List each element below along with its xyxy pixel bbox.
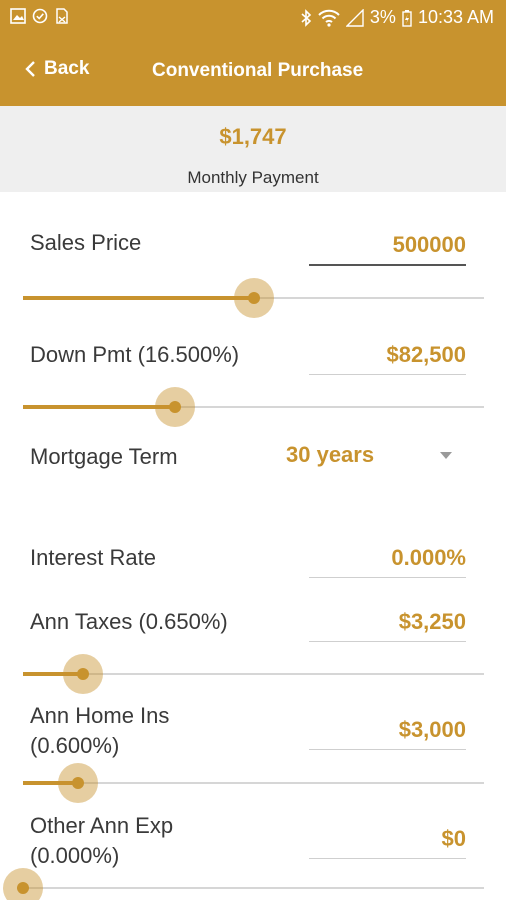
gallery-icon	[10, 8, 26, 24]
slider-thumb[interactable]	[17, 882, 29, 894]
sales-price-label: Sales Price	[30, 230, 142, 255]
document-icon	[56, 8, 68, 24]
payment-summary: $1,747 Monthly Payment	[0, 106, 506, 192]
other-annual-expense-label: Other Ann Exp (0.000%)	[30, 811, 173, 871]
mortgage-term-value: 30 years	[286, 442, 375, 467]
label-line: Other Ann Exp	[30, 813, 174, 838]
slider-fill	[23, 405, 176, 409]
interest-rate-input[interactable]: 0.000%	[309, 545, 466, 578]
slider-thumb[interactable]	[76, 668, 89, 680]
down-payment-label: Down Pmt (16.500%)	[30, 342, 240, 367]
status-bar: 3% 10:33 AM	[0, 0, 506, 36]
other-annual-expense-slider[interactable]	[3, 868, 484, 900]
app-bar: Back Conventional Purchase	[0, 36, 506, 106]
slider-fill	[23, 296, 254, 300]
system-status: 3% 10:33 AM	[300, 7, 494, 28]
dropdown-caret-icon	[440, 452, 452, 459]
slider-thumb[interactable]	[247, 292, 260, 304]
battery-charging-icon	[402, 9, 412, 27]
wifi-icon	[318, 9, 340, 27]
annual-home-insurance-input[interactable]: $3,000	[309, 717, 466, 750]
label-line: Ann Home Ins	[30, 703, 170, 728]
signal-icon	[345, 8, 364, 27]
label-line: (0.600%)	[30, 733, 120, 758]
sales-price-input[interactable]: 500000	[309, 232, 466, 266]
back-button[interactable]: Back	[24, 58, 89, 80]
annual-taxes-input[interactable]: $3,250	[309, 609, 466, 642]
chevron-left-icon	[25, 61, 35, 77]
sales-price-slider[interactable]	[23, 278, 484, 318]
annual-taxes-slider[interactable]	[23, 654, 484, 694]
other-annual-expense-input[interactable]: $0	[309, 826, 466, 859]
bluetooth-icon	[301, 8, 312, 27]
monthly-payment-amount: $1,747	[219, 124, 287, 149]
back-label: Back	[44, 58, 90, 79]
annual-home-insurance-label: Ann Home Ins (0.600%)	[30, 701, 169, 761]
interest-rate-label: Interest Rate	[30, 545, 156, 570]
mortgage-term-label: Mortgage Term	[30, 444, 178, 469]
mortgage-term-dropdown[interactable]: 30 years	[286, 440, 466, 474]
monthly-payment-label: Monthly Payment	[187, 168, 319, 187]
label-line: (0.000%)	[30, 843, 120, 868]
clock: 10:33 AM	[417, 7, 494, 27]
down-payment-input[interactable]: $82,500	[309, 342, 466, 375]
annual-home-insurance-slider[interactable]	[23, 763, 484, 803]
notification-icons	[10, 8, 70, 24]
battery-percent: 3%	[369, 7, 396, 27]
page-title: Conventional Purchase	[152, 60, 364, 81]
slider-track	[23, 887, 484, 889]
annual-taxes-label: Ann Taxes (0.650%)	[30, 609, 228, 634]
check-circle-icon	[32, 8, 48, 24]
down-payment-slider[interactable]	[23, 387, 484, 427]
